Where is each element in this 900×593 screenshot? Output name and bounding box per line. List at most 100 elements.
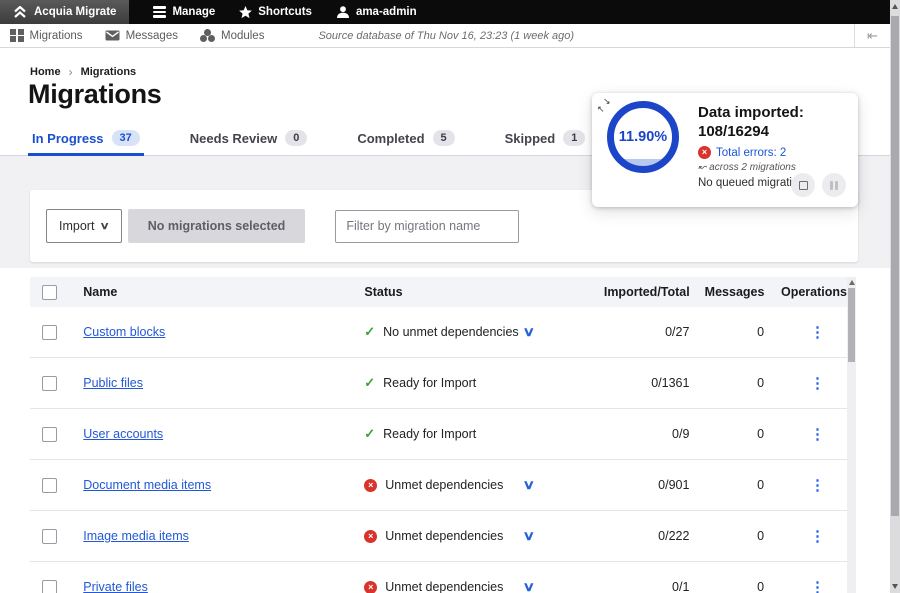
status-text: Ready for Import <box>383 427 476 441</box>
imported-total-value: 0/1361 <box>564 376 690 390</box>
migration-link[interactable]: Document media items <box>83 478 211 492</box>
table-header-row: Name Status Imported/Total Messages Oper… <box>30 277 847 307</box>
kebab-menu-icon[interactable]: ⋮ <box>810 324 825 341</box>
user-label: ama-admin <box>356 6 417 18</box>
header-status: Status <box>364 285 524 299</box>
migration-link[interactable]: User accounts <box>83 427 163 441</box>
table-scrollbar[interactable] <box>847 277 856 593</box>
header-name: Name <box>83 285 364 299</box>
manage-label: Manage <box>172 6 215 18</box>
migration-link[interactable]: Public files <box>83 376 143 390</box>
row-checkbox[interactable] <box>42 376 57 391</box>
migrations-table: Name Status Imported/Total Messages Oper… <box>30 277 856 593</box>
pause-import-button[interactable] <box>822 173 846 197</box>
user-menu[interactable]: ama-admin <box>336 0 417 24</box>
breadcrumb-separator-icon: › <box>69 65 73 79</box>
migrate-toolbar: Migrations Messages Modules Source datab… <box>0 24 890 48</box>
breadcrumb: Home › Migrations <box>30 65 136 79</box>
migration-link[interactable]: Custom blocks <box>83 325 165 339</box>
kebab-menu-icon[interactable]: ⋮ <box>810 477 825 494</box>
migration-link[interactable]: Private files <box>83 580 148 593</box>
stop-icon <box>799 181 808 190</box>
messages-count: 0 <box>689 325 764 339</box>
chevron-down-icon[interactable]: ∨ <box>523 324 536 340</box>
toolbar-pin-icon[interactable]: ⇤ <box>854 24 886 47</box>
status-text: Unmet dependencies <box>385 529 503 543</box>
messages-label: Messages <box>126 30 178 42</box>
total-errors-link[interactable]: Total errors: 2 <box>716 147 786 159</box>
imported-total-value: 0/901 <box>564 478 690 492</box>
check-icon: ✓ <box>364 324 375 340</box>
imported-total-value: 0/9 <box>564 427 690 441</box>
row-checkbox[interactable] <box>42 427 57 442</box>
row-checkbox[interactable] <box>42 580 57 593</box>
page-scrollbar[interactable] <box>890 0 900 593</box>
shortcuts-menu[interactable]: Shortcuts <box>239 0 312 24</box>
chevron-down-icon[interactable]: ∨ <box>523 477 536 493</box>
tab-skipped[interactable]: Skipped 1 <box>503 121 588 155</box>
page-scrollbar-thumb[interactable] <box>891 16 899 516</box>
select-all-checkbox[interactable] <box>42 285 57 300</box>
row-checkbox[interactable] <box>42 325 57 340</box>
messages-count: 0 <box>689 529 764 543</box>
tab-count-badge: 5 <box>433 130 455 146</box>
data-imported-title: Data imported: <box>698 103 853 122</box>
chevron-down-icon[interactable]: ∨ <box>523 528 536 544</box>
error-icon: × <box>364 479 377 492</box>
tab-completed[interactable]: Completed 5 <box>355 121 456 155</box>
home-button-acquia-migrate[interactable]: Acquia Migrate <box>0 0 129 24</box>
chevron-down-icon[interactable]: ∨ <box>523 579 536 593</box>
star-icon <box>239 6 252 18</box>
table-row: Document media items × Unmet dependencie… <box>30 460 847 511</box>
page-title: Migrations <box>28 79 162 110</box>
user-icon <box>336 6 350 18</box>
tab-count-badge: 37 <box>112 130 140 146</box>
tab-label: In Progress <box>32 131 104 146</box>
kebab-menu-icon[interactable]: ⋮ <box>810 528 825 545</box>
progress-percent: 11.90% <box>619 129 667 145</box>
check-icon: ✓ <box>364 426 375 442</box>
row-checkbox[interactable] <box>42 529 57 544</box>
imported-total-value: 0/27 <box>564 325 690 339</box>
toolbar-item-messages[interactable]: Messages <box>105 30 178 42</box>
scroll-up-arrow-icon[interactable] <box>892 4 898 9</box>
pause-icon <box>830 181 838 190</box>
tab-in-progress[interactable]: In Progress 37 <box>30 121 142 155</box>
wave-arrow-icon: ↜ <box>698 162 706 173</box>
scroll-up-arrow-icon[interactable] <box>849 280 855 285</box>
tab-needs-review[interactable]: Needs Review 0 <box>188 121 310 155</box>
error-icon: × <box>364 581 377 593</box>
toolbar-item-modules[interactable]: Modules <box>200 29 264 42</box>
collapse-card-icon[interactable]: ↘ ↖ <box>597 97 611 113</box>
kebab-menu-icon[interactable]: ⋮ <box>810 375 825 392</box>
row-checkbox[interactable] <box>42 478 57 493</box>
migration-filter-input[interactable] <box>335 210 519 243</box>
import-overview-card: ↘ ↖ 11.90% Data imported: 108/16294 × To… <box>592 93 858 207</box>
header-messages: Messages <box>690 285 765 299</box>
imported-total-value: 0/222 <box>564 529 690 543</box>
toolbar-item-migrations[interactable]: Migrations <box>10 29 83 43</box>
table-row: Private files × Unmet dependencies ∨ 0/1… <box>30 562 847 593</box>
selection-count-button: No migrations selected <box>128 209 306 243</box>
import-dropdown-button[interactable]: Import ∨ <box>46 209 122 243</box>
stop-import-button[interactable] <box>791 173 815 197</box>
scroll-down-arrow-icon[interactable] <box>892 584 898 589</box>
check-icon: ✓ <box>364 375 375 391</box>
header-imported-total: Imported/Total <box>564 285 690 299</box>
manage-menu[interactable]: Manage <box>153 0 215 24</box>
status-text: Unmet dependencies <box>385 478 503 492</box>
data-imported-count: 108/16294 <box>698 122 853 141</box>
tab-label: Needs Review <box>190 131 277 146</box>
error-icon: × <box>364 530 377 543</box>
messages-count: 0 <box>689 478 764 492</box>
status-text: Ready for Import <box>383 376 476 390</box>
across-migrations-note: across 2 migrations <box>709 162 796 173</box>
kebab-menu-icon[interactable]: ⋮ <box>810 426 825 443</box>
breadcrumb-current: Migrations <box>81 66 137 78</box>
header-operations: Operations <box>764 285 847 299</box>
table-scrollbar-thumb[interactable] <box>848 288 855 362</box>
breadcrumb-home-link[interactable]: Home <box>30 66 61 78</box>
modules-label: Modules <box>221 30 264 42</box>
migration-link[interactable]: Image media items <box>83 529 189 543</box>
kebab-menu-icon[interactable]: ⋮ <box>810 579 825 593</box>
